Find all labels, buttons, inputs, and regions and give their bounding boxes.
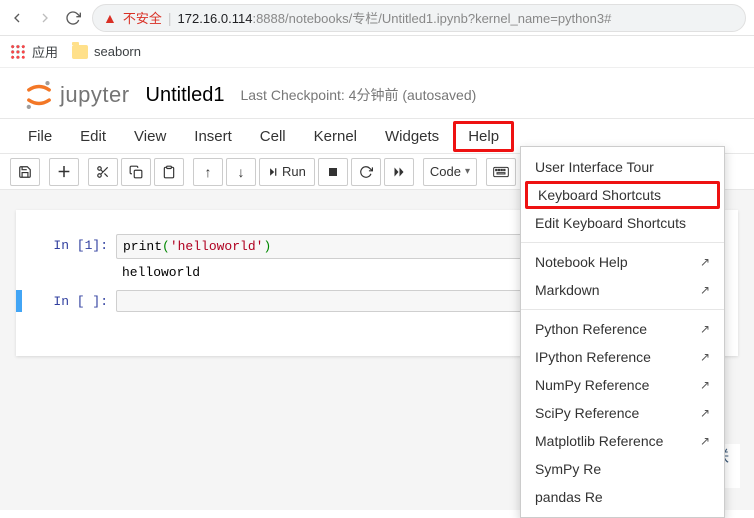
bookmark-item[interactable]: seaborn	[72, 44, 141, 59]
help-numpy-ref[interactable]: NumPy Reference↗	[521, 371, 724, 399]
external-link-icon: ↗	[700, 406, 710, 420]
menu-help[interactable]: Help	[453, 121, 514, 152]
help-pandas-ref[interactable]: pandas Re	[521, 483, 724, 511]
paste-button[interactable]	[154, 158, 184, 186]
restart-run-all-button[interactable]	[384, 158, 414, 186]
url-text: 172.16.0.114:8888/notebooks/专栏/Untitled1…	[178, 8, 612, 27]
cell-prompt: In [1]:	[26, 234, 116, 282]
command-palette-button[interactable]	[486, 158, 516, 186]
forward-button[interactable]	[36, 9, 54, 27]
notebook-header: jupyter Untitled1 Last Checkpoint: 4分钟前 …	[0, 68, 754, 118]
menu-edit[interactable]: Edit	[66, 122, 120, 151]
notebook-name[interactable]: Untitled1	[146, 84, 225, 107]
cell-prompt: In [ ]:	[26, 290, 116, 312]
menu-view[interactable]: View	[120, 122, 180, 151]
move-down-button[interactable]: ↓	[226, 158, 256, 186]
help-markdown[interactable]: Markdown↗	[521, 276, 724, 304]
menu-cell[interactable]: Cell	[246, 122, 300, 151]
help-keyboard-shortcuts[interactable]: Keyboard Shortcuts	[525, 181, 720, 209]
bookmarks-bar: 应用 seaborn	[0, 36, 754, 68]
cut-button[interactable]	[88, 158, 118, 186]
checkpoint-text: Last Checkpoint: 4分钟前 (autosaved)	[240, 85, 476, 105]
help-python-ref[interactable]: Python Reference↗	[521, 315, 724, 343]
help-sympy-ref[interactable]: SymPy Re	[521, 455, 724, 483]
menu-insert[interactable]: Insert	[180, 122, 246, 151]
external-link-icon: ↗	[700, 322, 710, 336]
interrupt-button[interactable]	[318, 158, 348, 186]
back-button[interactable]	[8, 9, 26, 27]
celltype-select[interactable]: Code ▾	[423, 158, 477, 186]
help-ipython-ref[interactable]: IPython Reference↗	[521, 343, 724, 371]
external-link-icon: ↗	[700, 255, 710, 269]
play-step-icon	[268, 167, 278, 177]
menu-widgets[interactable]: Widgets	[371, 122, 453, 151]
chevron-down-icon: ▾	[465, 166, 470, 177]
move-up-button[interactable]: ↑	[193, 158, 223, 186]
help-ui-tour[interactable]: User Interface Tour	[521, 153, 724, 181]
jupyter-logo-icon	[22, 78, 56, 112]
run-button[interactable]: Run	[259, 158, 315, 186]
copy-button[interactable]	[121, 158, 151, 186]
menu-kernel[interactable]: Kernel	[300, 122, 371, 151]
help-edit-shortcuts[interactable]: Edit Keyboard Shortcuts	[521, 209, 724, 237]
external-link-icon: ↗	[700, 350, 710, 364]
jupyter-logo[interactable]: jupyter	[22, 78, 130, 112]
browser-toolbar: ▲ 不安全 | 172.16.0.114:8888/notebooks/专栏/U…	[0, 0, 754, 36]
restart-button[interactable]	[351, 158, 381, 186]
reload-button[interactable]	[64, 9, 82, 27]
help-scipy-ref[interactable]: SciPy Reference↗	[521, 399, 724, 427]
help-matplotlib-ref[interactable]: Matplotlib Reference↗	[521, 427, 724, 455]
save-button[interactable]	[10, 158, 40, 186]
apps-grid-icon	[10, 44, 26, 60]
help-notebook-help[interactable]: Notebook Help↗	[521, 248, 724, 276]
external-link-icon: ↗	[700, 434, 710, 448]
apps-button[interactable]: 应用	[10, 42, 58, 61]
external-link-icon: ↗	[700, 378, 710, 392]
folder-icon	[72, 45, 88, 59]
add-cell-button[interactable]: ＋	[49, 158, 79, 186]
address-bar[interactable]: ▲ 不安全 | 172.16.0.114:8888/notebooks/专栏/U…	[92, 4, 746, 32]
help-dropdown: User Interface Tour Keyboard Shortcuts E…	[520, 146, 725, 518]
menu-file[interactable]: File	[14, 122, 66, 151]
insecure-icon: ▲	[103, 10, 117, 26]
external-link-icon: ↗	[700, 283, 710, 297]
insecure-label: 不安全	[123, 8, 162, 27]
